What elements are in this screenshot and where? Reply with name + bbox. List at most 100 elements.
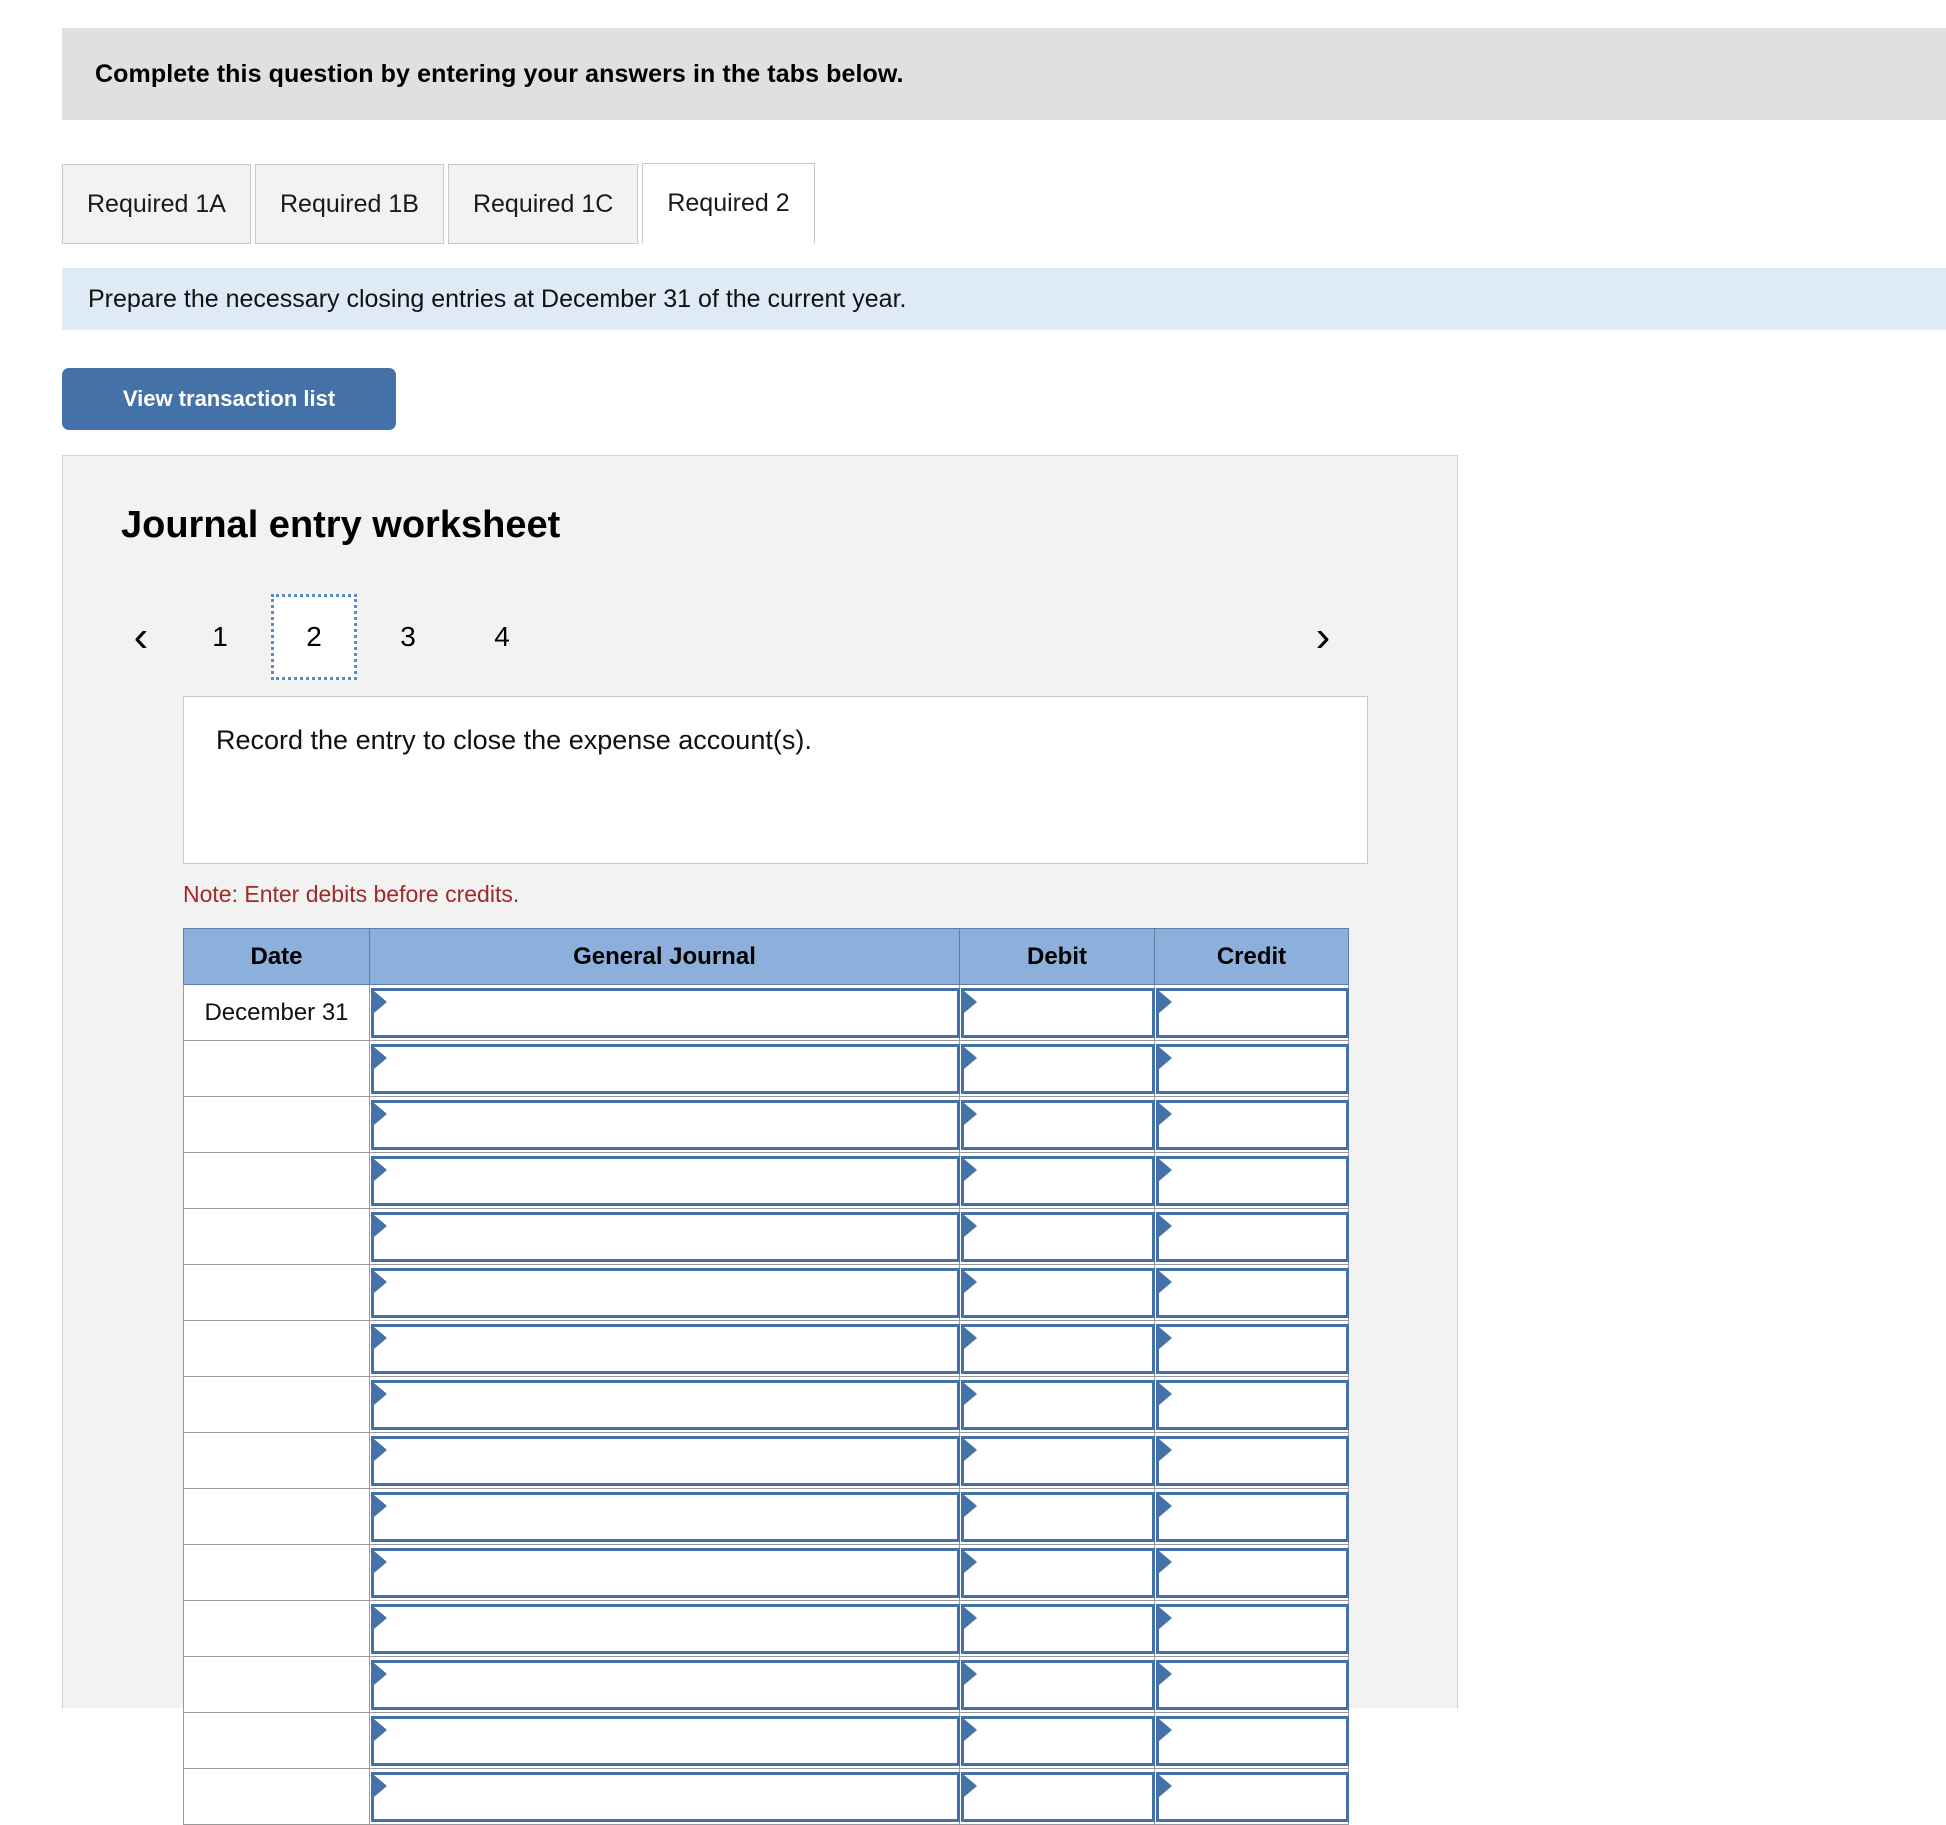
worksheet-page-4[interactable]: 4 (459, 594, 545, 680)
cell-credit (1154, 1656, 1349, 1713)
cell-general-journal (369, 1768, 960, 1825)
task-description-text: Record the entry to close the expense ac… (216, 725, 812, 755)
cell-debit (959, 1768, 1155, 1825)
debit-select[interactable] (961, 1715, 1155, 1766)
general-journal-select[interactable] (371, 1491, 960, 1542)
general-journal-select[interactable] (371, 1043, 960, 1094)
general-journal-select[interactable] (371, 1211, 960, 1262)
debit-select[interactable] (961, 987, 1155, 1038)
dropdown-triangle-icon (964, 1270, 977, 1293)
credit-select[interactable] (1156, 1043, 1349, 1094)
table-row (183, 1768, 1349, 1825)
general-journal-select[interactable] (371, 1771, 960, 1822)
general-journal-select[interactable] (371, 1267, 960, 1318)
cell-debit (959, 1656, 1155, 1713)
chevron-right-icon[interactable]: › (1295, 609, 1351, 665)
journal-entry-table: Date General Journal Debit Credit December … (183, 928, 1349, 1825)
cell-general-journal (369, 1096, 960, 1153)
cell-debit (959, 1264, 1155, 1321)
cell-credit (1154, 984, 1349, 1041)
chevron-left-icon[interactable]: ‹ (113, 609, 169, 665)
worksheet-page-1[interactable]: 1 (177, 594, 263, 680)
page-number-label: 1 (212, 621, 228, 652)
cell-date[interactable] (183, 1040, 370, 1097)
cell-date[interactable] (183, 1600, 370, 1657)
credit-select[interactable] (1156, 1211, 1349, 1262)
general-journal-select[interactable] (371, 1323, 960, 1374)
cell-date[interactable] (183, 1712, 370, 1769)
debit-select[interactable] (961, 1155, 1155, 1206)
cell-credit (1154, 1488, 1349, 1545)
cell-date[interactable] (183, 1152, 370, 1209)
debit-select[interactable] (961, 1323, 1155, 1374)
debit-select[interactable] (961, 1603, 1155, 1654)
credit-select[interactable] (1156, 1155, 1349, 1206)
dropdown-triangle-icon (1159, 1494, 1172, 1517)
credit-select[interactable] (1156, 1323, 1349, 1374)
debit-select[interactable] (961, 1379, 1155, 1430)
debit-select[interactable] (961, 1771, 1155, 1822)
general-journal-select[interactable] (371, 1603, 960, 1654)
cell-date[interactable] (183, 1208, 370, 1265)
tab-required-2[interactable]: Required 2 (642, 163, 815, 244)
debit-select[interactable] (961, 1547, 1155, 1598)
credit-select[interactable] (1156, 1491, 1349, 1542)
cell-date[interactable] (183, 1264, 370, 1321)
credit-select[interactable] (1156, 1659, 1349, 1710)
debit-select[interactable] (961, 1099, 1155, 1150)
table-row (183, 1656, 1349, 1713)
cell-date[interactable] (183, 1376, 370, 1433)
worksheet-page-3[interactable]: 3 (365, 594, 451, 680)
debit-select[interactable] (961, 1491, 1155, 1542)
general-journal-select[interactable] (371, 1659, 960, 1710)
tab-required-1b[interactable]: Required 1B (254, 164, 444, 244)
general-journal-select[interactable] (371, 1715, 960, 1766)
cell-credit (1154, 1768, 1349, 1825)
credit-select[interactable] (1156, 1379, 1349, 1430)
table-row (183, 1712, 1349, 1769)
debit-select[interactable] (961, 1043, 1155, 1094)
debit-select[interactable] (961, 1267, 1155, 1318)
debit-select[interactable] (961, 1435, 1155, 1486)
cell-date[interactable] (183, 1488, 370, 1545)
cell-date[interactable] (183, 1656, 370, 1713)
dropdown-triangle-icon (374, 1438, 387, 1461)
general-journal-select[interactable] (371, 1547, 960, 1598)
dropdown-triangle-icon (964, 1718, 977, 1741)
cell-general-journal (369, 1040, 960, 1097)
dropdown-triangle-icon (374, 1046, 387, 1069)
credit-select[interactable] (1156, 1267, 1349, 1318)
general-journal-select[interactable] (371, 1099, 960, 1150)
debit-select[interactable] (961, 1659, 1155, 1710)
credit-select[interactable] (1156, 1547, 1349, 1598)
tab-label: Required 1B (279, 189, 419, 218)
dropdown-triangle-icon (374, 1718, 387, 1741)
debit-select[interactable] (961, 1211, 1155, 1262)
cell-date[interactable] (183, 1320, 370, 1377)
cell-date[interactable] (183, 1544, 370, 1601)
credit-select[interactable] (1156, 1771, 1349, 1822)
credit-select[interactable] (1156, 987, 1349, 1038)
tab-required-1a[interactable]: Required 1A (62, 164, 251, 244)
question-prompt-band: Complete this question by entering your … (62, 28, 1946, 120)
cell-date[interactable] (183, 1432, 370, 1489)
general-journal-select[interactable] (371, 987, 960, 1038)
credit-select[interactable] (1156, 1435, 1349, 1486)
general-journal-select[interactable] (371, 1379, 960, 1430)
cell-date[interactable] (183, 1768, 370, 1825)
table-row: December 31 (183, 984, 1349, 1041)
cell-date[interactable]: December 31 (183, 984, 370, 1041)
worksheet-page-2[interactable]: 2 (271, 594, 357, 680)
credit-select[interactable] (1156, 1603, 1349, 1654)
dropdown-triangle-icon (1159, 1662, 1172, 1685)
credit-select[interactable] (1156, 1715, 1349, 1766)
general-journal-select[interactable] (371, 1435, 960, 1486)
table-row (183, 1096, 1349, 1153)
cell-date[interactable] (183, 1096, 370, 1153)
general-journal-select[interactable] (371, 1155, 960, 1206)
cell-credit (1154, 1208, 1349, 1265)
credit-select[interactable] (1156, 1099, 1349, 1150)
tab-required-1c[interactable]: Required 1C (447, 164, 639, 244)
dropdown-triangle-icon (374, 1550, 387, 1573)
view-transaction-list-button[interactable]: View transaction list (62, 368, 396, 430)
